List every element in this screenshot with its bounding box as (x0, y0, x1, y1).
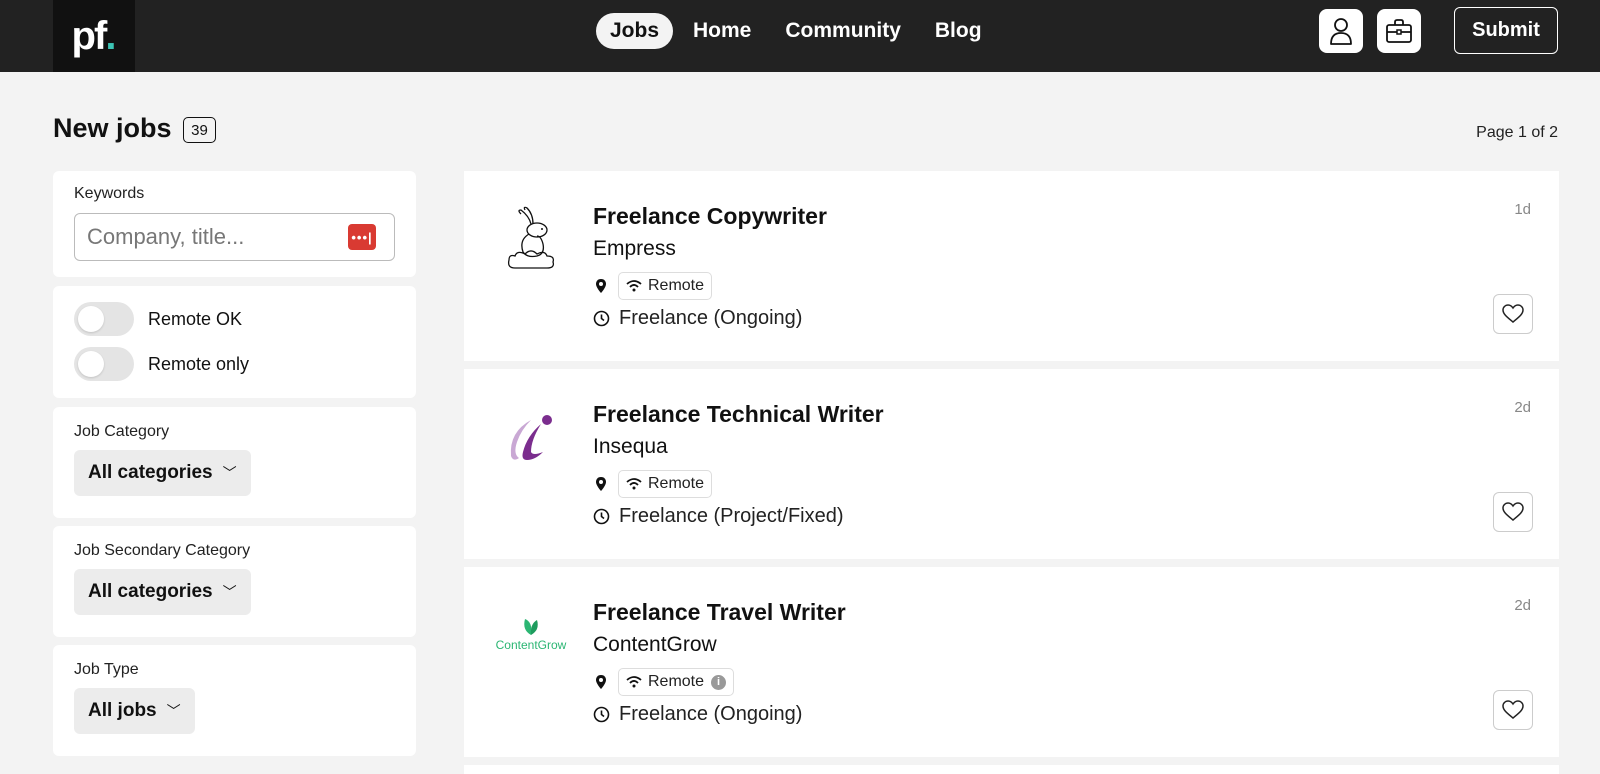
wifi-icon (626, 478, 642, 490)
wifi-icon (626, 280, 642, 292)
keywords-search-box: •••| (74, 213, 395, 261)
saved-jobs-button[interactable] (1377, 9, 1421, 53)
job-title[interactable]: Freelance Copywriter (593, 203, 827, 230)
remote-tag-label: Remote (648, 475, 705, 492)
favorite-button[interactable] (1493, 690, 1533, 730)
nav-item-home[interactable]: Home (679, 13, 765, 49)
briefcase-icon (1386, 19, 1412, 43)
nav-item-jobs[interactable]: Jobs (596, 13, 674, 49)
leaf-icon (524, 619, 538, 635)
remote-tag: Remote i (618, 668, 735, 696)
job-location: Remote (593, 470, 713, 498)
job-type-select-value: All jobs (88, 700, 157, 721)
jobs-count-badge: 39 (183, 117, 216, 143)
favorite-button[interactable] (1493, 492, 1533, 532)
nav-item-community[interactable]: Community (771, 13, 915, 49)
location-pin-icon (596, 675, 606, 689)
job-type-text: Freelance (Ongoing) (619, 307, 803, 329)
keywords-input[interactable] (87, 214, 347, 259)
toggle-knob (78, 306, 104, 332)
remote-tag-label: Remote (648, 673, 705, 690)
pagination-info: Page 1 of 2 (1476, 124, 1558, 141)
category-filter-card: Job Category All categories ﹀ (53, 407, 416, 518)
category-label: Job Category (74, 423, 170, 440)
keywords-filter-card: Keywords •••| (53, 171, 416, 277)
clock-icon (593, 508, 610, 525)
info-icon[interactable]: i (711, 674, 727, 690)
company-logo (486, 193, 576, 283)
submit-button[interactable]: Submit (1454, 7, 1558, 54)
job-type: Freelance (Ongoing) (593, 307, 802, 330)
job-type-label: Job Type (74, 661, 139, 678)
clock-icon (593, 310, 610, 327)
job-type-text: Freelance (Project/Fixed) (619, 505, 844, 527)
job-card-partial[interactable] (464, 765, 1559, 774)
job-card[interactable]: Freelance Copywriter Empress Remote Free… (464, 171, 1559, 361)
job-location: Remote (593, 272, 713, 300)
job-age: 2d (1514, 597, 1531, 614)
job-age: 2d (1514, 399, 1531, 416)
contentgrow-logo-text: ContentGrow (495, 638, 567, 652)
company-logo: ContentGrow (486, 589, 576, 679)
nav-item-blog[interactable]: Blog (921, 13, 996, 49)
category-select-value: All categories (88, 462, 213, 483)
job-type-select[interactable]: All jobs ﹀ (74, 688, 195, 734)
heart-icon (1502, 700, 1524, 719)
rabbit-logo-icon (507, 206, 555, 269)
chevron-down-icon: ﹀ (166, 703, 181, 719)
remote-tag-label: Remote (648, 277, 705, 294)
job-type: Freelance (Ongoing) (593, 703, 802, 726)
company-logo (486, 391, 576, 481)
company-name[interactable]: Empress (593, 237, 676, 261)
heart-icon (1502, 304, 1524, 323)
insequa-logo-icon (510, 415, 552, 460)
logo-text: pf (71, 13, 108, 58)
job-age: 1d (1514, 201, 1531, 218)
logo-dot: . (105, 13, 117, 58)
chevron-down-icon: ﹀ (222, 465, 237, 481)
main-nav: Jobs Home Community Blog (596, 13, 996, 49)
remote-tag: Remote (618, 470, 713, 498)
job-location: Remote i (593, 668, 735, 696)
remote-only-label: Remote only (148, 353, 250, 374)
toggle-knob (78, 351, 104, 377)
page-title: New jobs (53, 113, 172, 143)
remote-ok-toggle[interactable] (74, 302, 134, 336)
clock-icon (593, 706, 610, 723)
secondary-category-select-value: All categories (88, 581, 213, 602)
remote-only-row: Remote only (74, 347, 249, 381)
site-logo[interactable]: pf. (53, 0, 135, 72)
company-name[interactable]: Insequa (593, 435, 668, 459)
remote-filter-card: Remote OK Remote only (53, 286, 416, 398)
wifi-icon (626, 676, 642, 688)
secondary-category-select[interactable]: All categories ﹀ (74, 569, 251, 615)
job-type-filter-card: Job Type All jobs ﹀ (53, 645, 416, 756)
secondary-category-filter-card: Job Secondary Category All categories ﹀ (53, 526, 416, 637)
location-pin-icon (596, 477, 606, 491)
user-icon (1330, 18, 1352, 45)
category-select[interactable]: All categories ﹀ (74, 450, 251, 496)
job-title[interactable]: Freelance Technical Writer (593, 401, 884, 428)
location-pin-icon (596, 279, 606, 293)
job-card[interactable]: Freelance Technical Writer Insequa Remot… (464, 369, 1559, 559)
remote-only-toggle[interactable] (74, 347, 134, 381)
profile-button[interactable] (1319, 9, 1363, 53)
job-card[interactable]: ContentGrow Freelance Travel Writer Cont… (464, 567, 1559, 757)
secondary-category-label: Job Secondary Category (74, 542, 251, 559)
heart-icon (1502, 502, 1524, 521)
password-manager-icon[interactable]: •••| (348, 224, 376, 250)
contentgrow-logo-icon: ContentGrow (495, 616, 567, 652)
company-name[interactable]: ContentGrow (593, 633, 717, 657)
job-type: Freelance (Project/Fixed) (593, 505, 844, 528)
job-title[interactable]: Freelance Travel Writer (593, 599, 846, 626)
job-type-text: Freelance (Ongoing) (619, 703, 803, 725)
remote-ok-row: Remote OK (74, 302, 242, 336)
remote-ok-label: Remote OK (148, 308, 243, 329)
chevron-down-icon: ﹀ (222, 584, 237, 600)
favorite-button[interactable] (1493, 294, 1533, 334)
keywords-label: Keywords (74, 185, 145, 202)
remote-tag: Remote (618, 272, 713, 300)
top-nav-bar: pf. Jobs Home Community Blog Submit (0, 0, 1600, 72)
